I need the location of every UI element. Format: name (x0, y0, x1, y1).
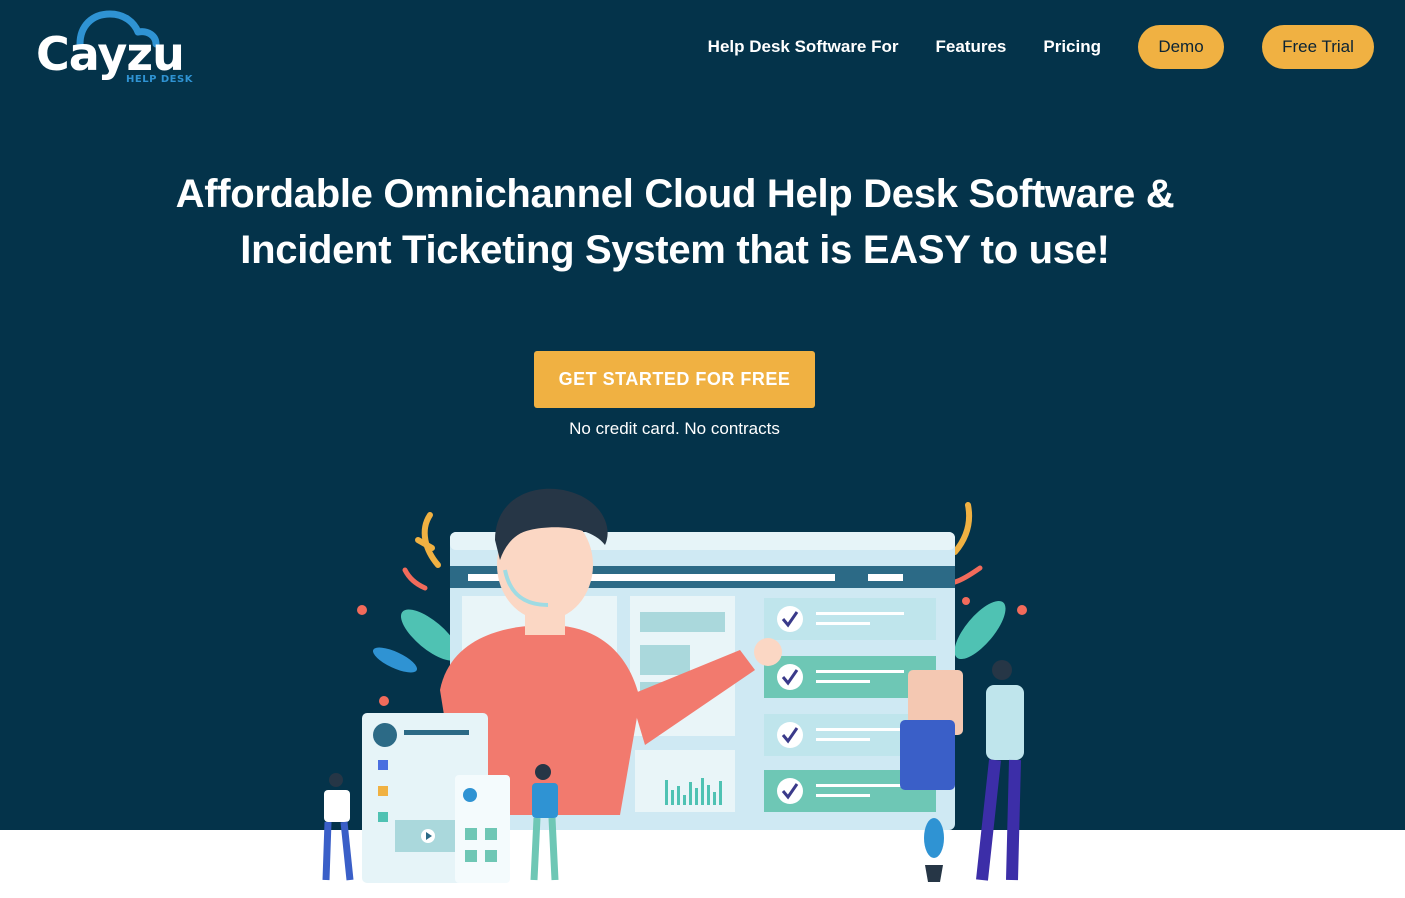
leaves-right (952, 502, 1027, 660)
demo-button[interactable]: Demo (1138, 25, 1224, 69)
logo[interactable]: Cayzu HELP DESK (32, 8, 202, 90)
person-left (322, 773, 354, 881)
top-nav: Help Desk Software For Features Pricing … (708, 25, 1374, 69)
help-desk-agent-illustration (322, 488, 1027, 883)
nav-pricing[interactable]: Pricing (1043, 37, 1101, 57)
nav-help-desk-software-for[interactable]: Help Desk Software For (708, 37, 899, 57)
logo-subtitle: HELP DESK (126, 74, 193, 85)
headline-line-2: Incident Ticketing System that is EASY t… (240, 228, 1110, 272)
plant-pot (924, 818, 944, 882)
avatar-icon (373, 723, 397, 747)
cta-note: No credit card. No contracts (569, 419, 780, 438)
mobile-card-left (362, 713, 510, 883)
person-right (900, 660, 1024, 881)
play-icon (421, 829, 435, 843)
get-started-button[interactable]: GET STARTED FOR FREE (534, 351, 815, 408)
nav-features[interactable]: Features (936, 37, 1007, 57)
headline-line-1: Affordable Omnichannel Cloud Help Desk S… (175, 172, 1175, 216)
free-trial-button[interactable]: Free Trial (1262, 25, 1374, 69)
page-title: Affordable Omnichannel Cloud Help Desk S… (0, 166, 1350, 278)
logo-wordmark: Cayzu (36, 27, 185, 81)
